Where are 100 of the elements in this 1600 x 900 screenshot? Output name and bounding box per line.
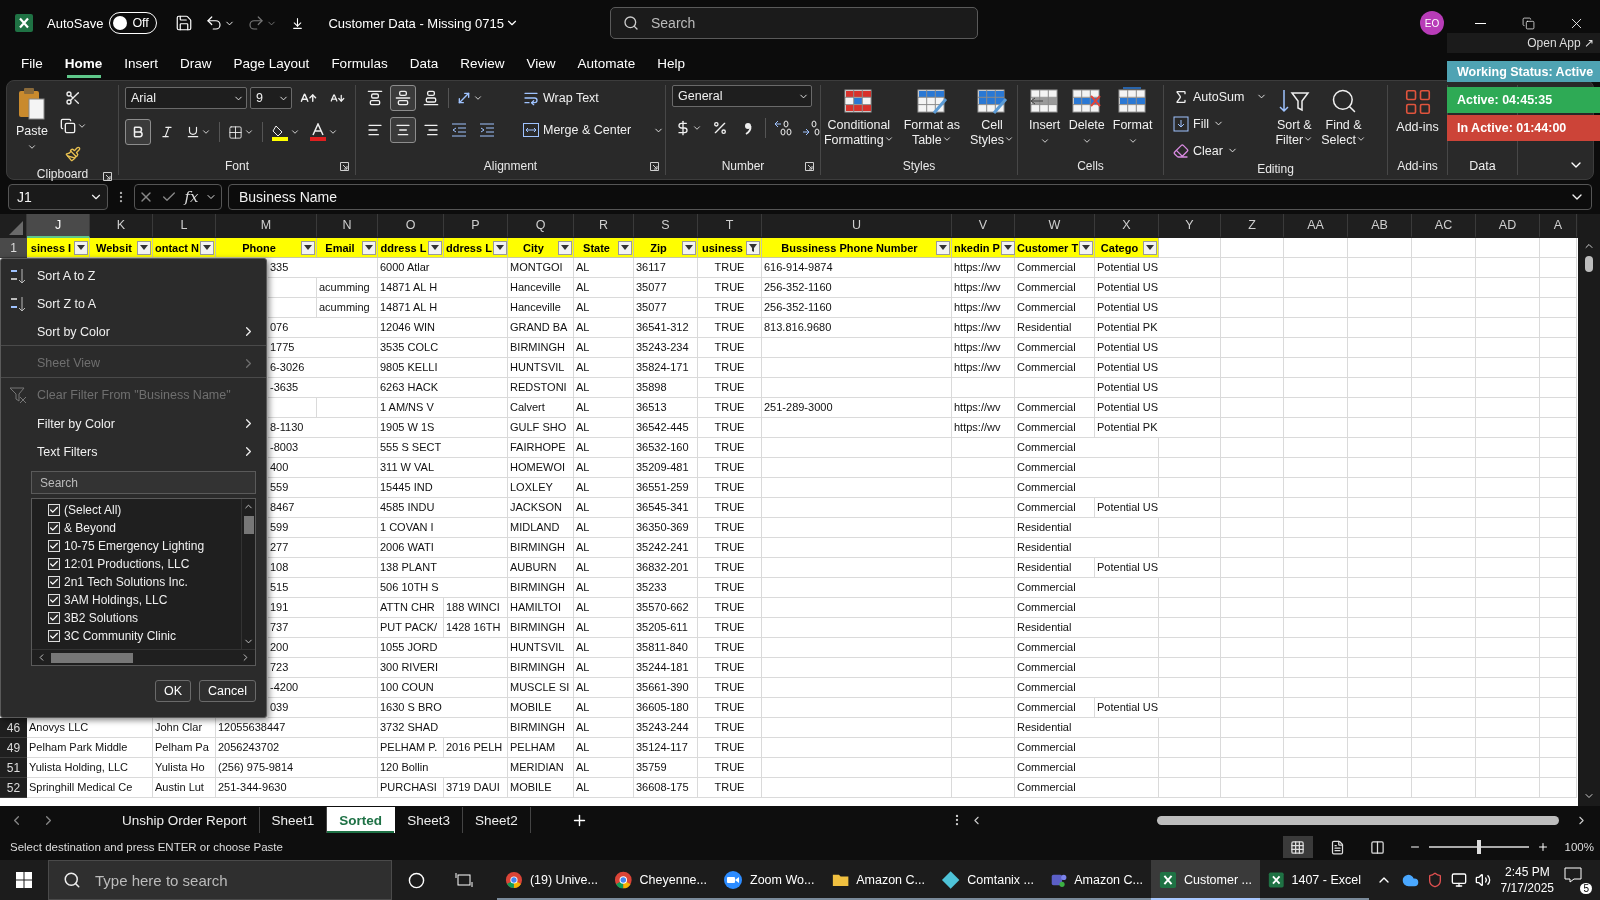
table-cell: 616-914-9874 [762,258,952,278]
table-cell: AL [574,478,634,498]
wrap-text-button[interactable]: Wrap Text [520,85,668,111]
table-cell: 813.816.9680 [762,318,952,338]
filter-search-field[interactable]: Search [31,471,256,494]
sheet-tab[interactable]: Unship Order Report [110,807,260,833]
filter-value[interactable]: 12:01 Productions, LLC [64,557,190,571]
table-cell: TRUE [698,538,762,558]
cells-button[interactable]: Insert [1025,85,1064,148]
column-header[interactable]: J [27,214,90,238]
menu-item[interactable]: Filter by Color [1,409,266,437]
sheet-tab[interactable]: Sheet3 [395,807,463,833]
search-input[interactable]: Type here to search [93,870,377,890]
ribbon-tab[interactable]: File [10,48,54,78]
cells-button[interactable]: Format [1109,85,1156,148]
insert-function-button[interactable]: fx [184,188,199,206]
search-input[interactable]: Search [649,14,965,32]
row-header[interactable]: 46 [0,718,27,738]
menu-item[interactable]: Sort Z to A [1,289,266,317]
styles-button[interactable]: Format as Table [900,85,963,150]
search-field[interactable]: Search [610,7,978,39]
autosum-button[interactable]: AutoSum [1170,85,1271,108]
notifications-button[interactable]: 5 [1564,866,1592,894]
font-family-dropdown[interactable]: Arial [125,87,247,109]
filter-value[interactable]: (Select All) [64,503,122,517]
sheet-tab[interactable]: Sheet2 [462,807,531,833]
ribbon-tab[interactable]: Page Layout [222,48,321,78]
font-size-dropdown[interactable]: 9 [250,87,292,109]
taskbar-app[interactable]: Amazon C... [824,860,933,900]
ribbon-tab[interactable]: Help [646,48,697,78]
column-heading: ddress L [380,241,427,254]
menu-item[interactable]: Sort by Color [1,317,266,345]
name-box[interactable]: J1 [8,184,108,210]
document-title[interactable]: Customer Data - Missing 0715 [326,13,521,33]
ribbon-tab[interactable]: Data [398,48,450,78]
table-cell: Commercial [1015,398,1095,418]
table-cell: 36605-180 [634,698,698,718]
dialog-button[interactable]: Cancel [199,680,256,702]
taskbar-app[interactable]: Cheyenne... [606,860,715,900]
sort-filter-button[interactable]: Sort & Filter [1272,85,1317,150]
taskbar-app[interactable]: (19) Unive... [497,860,606,900]
menu-item[interactable]: Text Filters [1,437,266,465]
taskbar-search-field[interactable]: Type here to search [48,860,392,900]
merge-center-button[interactable]: Merge & Center [520,117,668,143]
table-cell: 35242-241 [634,538,698,558]
table-cell: 335 [268,258,378,278]
filter-value[interactable]: 10-75 Emergency Lighting [64,539,205,553]
formula-field[interactable]: Business Name [228,184,1592,210]
filter-value[interactable]: & Beyond [64,521,117,535]
taskbar-app[interactable]: Comtanix ... [933,860,1042,900]
open-app-button[interactable]: Open App ↗ [1447,33,1600,53]
paste-button[interactable]: Paste [13,85,51,154]
taskbar-app[interactable]: Amazon C... [1042,860,1151,900]
dialog-button[interactable]: OK [155,680,192,702]
table-cell: 35243-244 [634,718,698,738]
filter-value[interactable]: 3B2 Solutions [64,611,139,625]
ribbon-tab[interactable]: Insert [113,48,170,78]
row-header[interactable]: 51 [0,758,27,778]
table-cell: 737 [268,618,378,638]
group-label: Editing [1257,162,1294,176]
filter-value[interactable]: 3AM Holdings, LLC [64,593,168,607]
menu-item[interactable]: Sort A to Z [1,261,266,289]
table-cell: Calvert [508,398,574,418]
table-cell: Potential US [1095,358,1221,378]
ribbon-tab[interactable]: Draw [169,48,223,78]
styles-button[interactable]: Cell Styles [967,85,1018,150]
table-cell: Hanceville [508,298,574,318]
table-cell: 1905 W 1S [378,418,508,438]
table-cell: Pelham Pa [153,738,216,758]
table-cell: 35209-481 [634,458,698,478]
taskbar-app[interactable]: 1407 - Excel [1260,860,1369,900]
add-ins-button[interactable]: Add-ins [1393,85,1442,137]
table-cell: 723 [268,658,378,678]
table-cell: TRUE [698,558,762,578]
taskbar-app[interactable]: Customer ... [1151,860,1260,900]
row-header[interactable]: 49 [0,738,27,758]
search-input[interactable]: Search [38,474,249,491]
ribbon-tab[interactable]: Automate [566,48,647,78]
styles-button[interactable]: Conditional Formatting [820,85,897,150]
ribbon-tab[interactable]: View [515,48,567,78]
filter-value[interactable]: 3C Community Clinic [64,629,177,643]
filter-value[interactable]: 2n1 Tech Solutions Inc. [64,575,188,589]
ribbon-tab[interactable]: Review [449,48,516,78]
fill-button[interactable]: Fill [1170,112,1271,135]
row-header[interactable]: 52 [0,778,27,798]
table-cell: 100 COUN [378,678,508,698]
ribbon-tab[interactable]: Formulas [320,48,399,78]
cells-button[interactable]: Delete [1065,85,1108,148]
table-cell: 36608-175 [634,778,698,798]
sheet-tab[interactable]: Sorted [327,807,396,833]
table-cell: AL [574,778,634,798]
clear-button[interactable]: Clear [1170,139,1271,162]
table-cell: -4200 [268,678,378,698]
data-button[interactable]: Data [1465,159,1500,173]
taskbar-app[interactable]: Zoom Wo... [715,860,824,900]
table-cell: 6000 Atlar [378,258,508,278]
find-select-button[interactable]: Find & Select [1318,85,1369,150]
row-header[interactable]: 1 [0,238,27,258]
number-format-dropdown[interactable]: General [672,85,812,107]
user-avatar[interactable]: EO [1420,11,1444,35]
